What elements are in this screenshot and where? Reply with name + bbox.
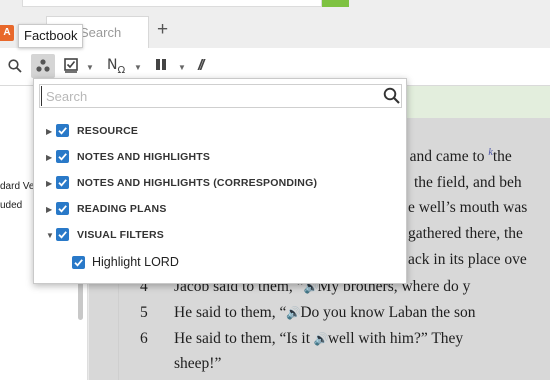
checkbox[interactable] xyxy=(56,176,69,189)
caret-right-icon[interactable]: ▶ xyxy=(46,205,52,214)
search-icon[interactable] xyxy=(383,87,400,109)
checklist-icon[interactable] xyxy=(64,58,78,78)
caret-right-icon[interactable]: ▶ xyxy=(46,153,52,162)
filter-item-notes-highlights-corresponding[interactable]: ▶ NOTES AND HIGHLIGHTS (CORRESPONDING) xyxy=(34,170,406,196)
tab-label: Search xyxy=(80,25,122,40)
checkbox[interactable] xyxy=(56,150,69,163)
visual-filters-dropdown: ▶ RESOURCE ▶ NOTES AND HIGHLIGHTS ▶ NOTE… xyxy=(33,78,407,284)
verse-number: 5 xyxy=(140,304,148,321)
speaker-icon[interactable]: 🔊 xyxy=(286,306,301,320)
filter-item-notes-highlights[interactable]: ▶ NOTES AND HIGHLIGHTS xyxy=(34,144,406,170)
text-compare-icon[interactable]: // xyxy=(198,57,205,74)
checkbox[interactable] xyxy=(56,202,69,215)
filter-item-label: VISUAL FILTERS xyxy=(77,229,164,241)
checkbox[interactable] xyxy=(56,124,69,137)
verse-number: 6 xyxy=(140,330,148,347)
visual-filters-icon[interactable] xyxy=(31,54,55,78)
search-icon[interactable] xyxy=(8,59,22,78)
address-field[interactable] xyxy=(22,0,322,7)
verse-line: the field, and beh xyxy=(414,174,522,191)
plus-icon[interactable]: + xyxy=(157,20,168,40)
filter-item-label: RESOURCE xyxy=(77,125,139,137)
verse-line: sheep!” xyxy=(174,355,222,372)
filter-item-label: NOTES AND HIGHLIGHTS xyxy=(77,151,211,163)
filter-item-label: NOTES AND HIGHLIGHTS (CORRESPONDING) xyxy=(77,177,318,189)
chevron-down-icon[interactable]: ▼ xyxy=(178,63,186,72)
verse-line: He said to them, “Is it 🔊well with him?”… xyxy=(174,330,464,347)
speaker-icon[interactable]: 🔊 xyxy=(314,332,329,346)
app-logo-icon[interactable]: A xyxy=(0,25,14,41)
verse-line: ack in its place ove xyxy=(408,251,527,268)
panel-text: dard Ve xyxy=(0,181,35,192)
chevron-down-icon[interactable]: ▼ xyxy=(86,63,94,72)
filter-item-label: READING PLANS xyxy=(77,203,167,215)
interlinear-icon[interactable]: NΩ xyxy=(107,57,125,76)
go-button[interactable] xyxy=(322,0,349,7)
checkbox[interactable] xyxy=(72,256,85,269)
panel-text: uded xyxy=(0,200,23,211)
tooltip: Factbook xyxy=(18,24,84,48)
verse-line: He said to them, “🔊Do you know Laban the… xyxy=(174,304,476,321)
verse-line: y and came to kthe xyxy=(398,147,512,166)
parallel-icon[interactable] xyxy=(155,58,167,76)
verse-line: gathered there, the xyxy=(408,225,523,242)
chevron-down-icon[interactable]: ▼ xyxy=(134,63,142,72)
verse-line: e well’s mouth was xyxy=(408,199,528,216)
filter-item-visual-filters[interactable]: ▼ VISUAL FILTERS xyxy=(34,222,406,248)
tab-strip: A Search + Factbook xyxy=(0,0,550,48)
filter-item-reading-plans[interactable]: ▶ READING PLANS xyxy=(34,196,406,222)
filter-subitem-highlight-lord[interactable]: Highlight LORD xyxy=(34,249,406,275)
filter-item-resource[interactable]: ▶ RESOURCE xyxy=(34,118,406,144)
caret-right-icon[interactable]: ▶ xyxy=(46,179,52,188)
filter-subitem-label: Highlight LORD xyxy=(92,255,179,269)
caret-down-icon[interactable]: ▼ xyxy=(46,231,54,240)
search-input[interactable] xyxy=(41,86,371,106)
caret-right-icon[interactable]: ▶ xyxy=(46,127,52,136)
checkbox[interactable] xyxy=(56,228,69,241)
dropdown-search-box xyxy=(39,84,402,108)
